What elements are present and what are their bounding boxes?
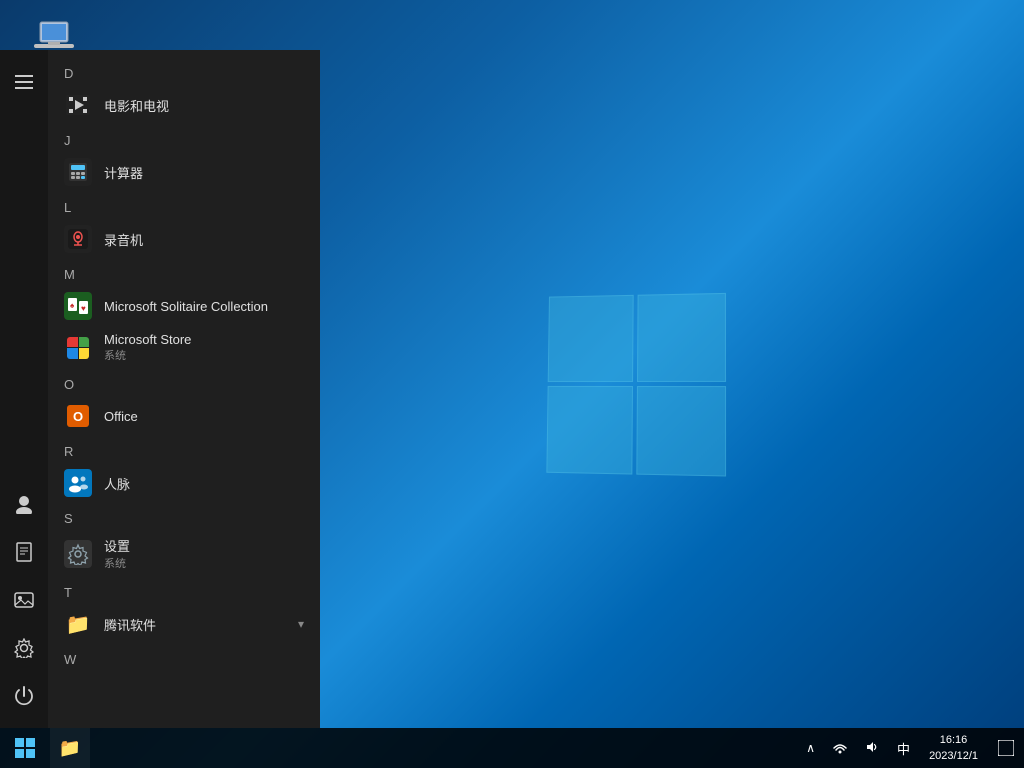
app-name-office: Office (104, 409, 138, 424)
app-info-people: 人脉 (104, 474, 130, 493)
section-header-s: S (48, 503, 320, 530)
section-header-j: J (48, 125, 320, 152)
ime-icon: 中 (897, 739, 910, 758)
people-icon (64, 469, 92, 497)
calculator-icon (64, 158, 92, 186)
app-info-movies: 电影和电视 (104, 96, 169, 115)
settings-icon (64, 540, 92, 568)
app-item-calculator[interactable]: 计算器 (48, 152, 320, 192)
desktop: 此电脑 (0, 0, 1024, 768)
app-name-store: Microsoft Store (104, 332, 191, 347)
clock-date: 2023/12/1 (929, 748, 978, 765)
start-button[interactable] (0, 728, 50, 768)
section-header-r: R (48, 436, 320, 463)
recorder-icon (64, 225, 92, 253)
sidebar-document-icon[interactable] (0, 528, 48, 576)
sidebar-settings-icon[interactable] (0, 624, 48, 672)
app-item-store[interactable]: Microsoft Store 系统 (48, 326, 320, 369)
tray-network[interactable] (824, 728, 856, 768)
app-name-settings: 设置 (104, 536, 130, 555)
app-item-tencent[interactable]: 📁 腾讯软件 ▾ (48, 604, 320, 644)
solitaire-icon: ♠ ♥ (64, 292, 92, 320)
start-menu: D 电影和电视 (0, 50, 320, 728)
volume-icon (865, 740, 879, 757)
office-icon: O (64, 402, 92, 430)
app-item-office[interactable]: O Office (48, 396, 320, 436)
app-name-movies: 电影和电视 (104, 96, 169, 115)
section-header-t: T (48, 577, 320, 604)
app-info-recorder: 录音机 (104, 230, 143, 249)
tray-expand-button[interactable]: ∧ (797, 728, 824, 768)
hamburger-button[interactable] (0, 58, 48, 106)
app-name-solitaire: Microsoft Solitaire Collection (104, 299, 268, 314)
film-icon (64, 91, 92, 119)
tencent-expand-arrow: ▾ (298, 617, 304, 631)
app-item-settings[interactable]: 设置 系统 (48, 530, 320, 577)
app-item-solitaire[interactable]: ♠ ♥ Microsoft Solitaire Collection (48, 286, 320, 326)
app-name-calculator: 计算器 (104, 163, 143, 182)
section-header-o: O (48, 369, 320, 396)
start-sidebar (0, 50, 48, 728)
app-info-settings: 设置 系统 (104, 536, 130, 571)
svg-text:♥: ♥ (81, 304, 86, 313)
app-item-people[interactable]: 人脉 (48, 463, 320, 503)
sidebar-photo-icon[interactable] (0, 576, 48, 624)
app-subtitle-settings: 系统 (104, 555, 130, 571)
app-info-office: Office (104, 409, 138, 424)
windows-logo-desktop (546, 293, 726, 477)
sidebar-bottom-icons (0, 480, 48, 720)
clock-time: 16:16 (940, 732, 968, 749)
section-header-l: L (48, 192, 320, 219)
network-icon (833, 740, 847, 757)
sidebar-power-icon[interactable] (0, 672, 48, 720)
app-item-recorder[interactable]: 录音机 (48, 219, 320, 259)
app-info-tencent: 腾讯软件 (104, 615, 156, 634)
app-item-movies[interactable]: 电影和电视 (48, 85, 320, 125)
app-subtitle-store: 系统 (104, 347, 191, 363)
taskbar-file-explorer[interactable]: 📁 (50, 728, 90, 768)
app-info-store: Microsoft Store 系统 (104, 332, 191, 363)
app-name-tencent: 腾讯软件 (104, 615, 156, 634)
section-header-m: M (48, 259, 320, 286)
app-info-calculator: 计算器 (104, 163, 143, 182)
tray-ime[interactable]: 中 (888, 728, 919, 768)
tencent-folder-icon: 📁 (64, 610, 92, 638)
expand-tray-icon: ∧ (806, 741, 815, 755)
notification-center-button[interactable] (988, 728, 1024, 768)
taskbar: 📁 ∧ (0, 728, 1024, 768)
section-header-w: W (48, 644, 320, 671)
taskbar-tray: ∧ (797, 728, 1024, 768)
tray-volume[interactable] (856, 728, 888, 768)
app-name-people: 人脉 (104, 474, 130, 493)
app-info-solitaire: Microsoft Solitaire Collection (104, 299, 268, 314)
store-icon (64, 334, 92, 362)
app-list[interactable]: D 电影和电视 (48, 50, 320, 728)
section-header-d: D (48, 58, 320, 85)
sidebar-user-icon[interactable] (0, 480, 48, 528)
tray-clock[interactable]: 16:16 2023/12/1 (919, 728, 988, 768)
app-name-recorder: 录音机 (104, 230, 143, 249)
